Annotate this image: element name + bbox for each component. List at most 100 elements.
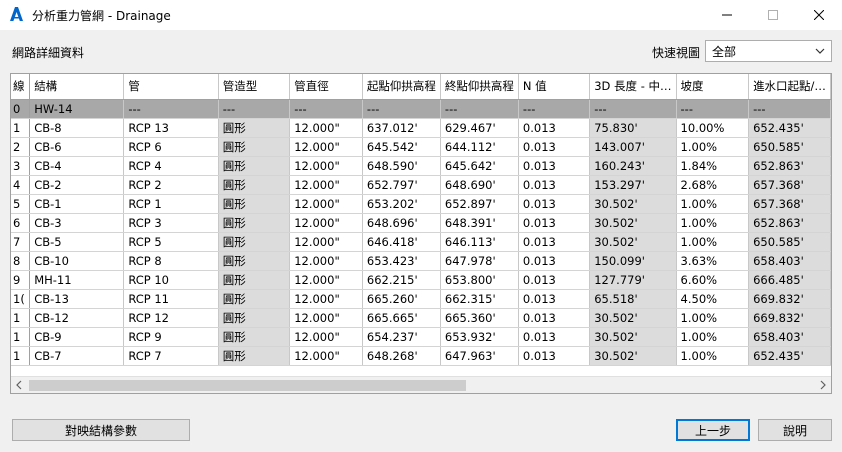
table-cell[interactable]: 160.243' <box>589 156 677 176</box>
table-cell[interactable]: 645.642' <box>440 156 519 176</box>
minimize-button[interactable] <box>704 0 750 30</box>
table-cell[interactable]: 0.013 <box>518 118 591 138</box>
table-row[interactable]: 1 CB-7 RCP 7 圓形 12.000" 648.268' 647.963' 0.013… <box>11 346 831 366</box>
table-cell[interactable]: --- <box>440 99 519 119</box>
table-cell[interactable]: CB-8 <box>29 118 125 138</box>
table-row[interactable]: 9 MH-11 RCP 10 圓形 12.000" 662.215' 653.800' 0.0… <box>11 270 831 290</box>
table-cell[interactable]: MH-11 <box>29 270 125 290</box>
table-cell[interactable]: 1.00% <box>676 308 750 328</box>
table-cell[interactable]: 3 <box>11 156 31 176</box>
scrollbar-thumb[interactable] <box>29 380 466 391</box>
table-row[interactable]: 1 CB-9 RCP 9 圓形 12.000" 654.237' 653.932' 0.013… <box>11 327 831 347</box>
table-cell[interactable]: 653.932' <box>440 327 519 347</box>
table-cell[interactable]: 0.013 <box>518 251 591 271</box>
table-cell[interactable]: 1( <box>11 289 31 309</box>
table-cell[interactable]: 648.696' <box>362 213 441 233</box>
table-cell[interactable]: 圓形 <box>218 327 291 347</box>
table-cell[interactable]: 30.502' <box>589 213 677 233</box>
table-row[interactable]: 1 CB-12 RCP 12 圓形 12.000" 665.665' 665.360' 0.0… <box>11 308 831 328</box>
table-cell[interactable]: 30.502' <box>589 194 677 214</box>
table-cell[interactable]: 12.000" <box>289 289 363 309</box>
table-cell[interactable]: 650.585' <box>748 232 831 252</box>
table-cell[interactable]: 0.013 <box>518 327 591 347</box>
table-cell[interactable]: 12.000" <box>289 308 363 328</box>
table-cell[interactable]: 12.000" <box>289 118 363 138</box>
table-cell[interactable]: 143.007' <box>589 137 677 157</box>
table-cell[interactable]: 653.202' <box>362 194 441 214</box>
column-header[interactable]: 起點仰拱高程 <box>362 74 441 100</box>
table-cell[interactable]: 648.391' <box>440 213 519 233</box>
table-cell[interactable]: 648.590' <box>362 156 441 176</box>
table-cell[interactable]: 1.00% <box>676 232 750 252</box>
table-cell[interactable]: 圓形 <box>218 251 291 271</box>
table-cell[interactable]: 629.467' <box>440 118 519 138</box>
table-cell[interactable]: CB-9 <box>29 327 125 347</box>
table-cell[interactable]: 648.268' <box>362 346 441 366</box>
table-cell[interactable]: --- <box>676 99 750 119</box>
table-cell[interactable]: 0.013 <box>518 194 591 214</box>
table-cell[interactable]: 12.000" <box>289 251 363 271</box>
table-cell[interactable]: 12.000" <box>289 346 363 366</box>
table-cell[interactable]: 圓形 <box>218 289 291 309</box>
table-cell[interactable]: 646.113' <box>440 232 519 252</box>
table-row[interactable]: 1(CB-13 RCP 11 圓形 12.000" 665.260' 662.315' 0.… <box>11 289 831 309</box>
table-cell[interactable]: 2 <box>11 137 31 157</box>
table-cell[interactable]: CB-13 <box>29 289 125 309</box>
table-cell[interactable]: 657.368' <box>748 194 831 214</box>
table-cell[interactable]: 圓形 <box>218 194 291 214</box>
table-cell[interactable]: 12.000" <box>289 213 363 233</box>
table-cell[interactable]: 12.000" <box>289 270 363 290</box>
table-row[interactable]: 0 HW-14 --- --- --- --- --- --- --- --- --- <box>11 99 831 119</box>
table-cell[interactable]: 5 <box>11 194 31 214</box>
network-grid[interactable]: 線結構管管造型 管直徑 起點仰拱高程 終點仰拱高程 N 值 3D 長度 - 中… 坡度 進水口… <box>10 73 832 394</box>
table-cell[interactable]: 652.435' <box>748 346 831 366</box>
table-cell[interactable]: CB-10 <box>29 251 125 271</box>
table-row[interactable]: 1 CB-8 RCP 13 圓形 12.000" 637.012' 629.467' 0.01… <box>11 118 831 138</box>
table-cell[interactable]: 637.012' <box>362 118 441 138</box>
table-cell[interactable]: 665.360' <box>440 308 519 328</box>
table-cell[interactable]: 646.418' <box>362 232 441 252</box>
table-cell[interactable]: 653.800' <box>440 270 519 290</box>
table-cell[interactable]: 1.00% <box>676 346 750 366</box>
table-cell[interactable]: CB-12 <box>29 308 125 328</box>
quick-view-select[interactable]: 全部 <box>705 40 832 62</box>
table-cell[interactable]: RCP 10 <box>123 270 219 290</box>
column-header[interactable]: 管直徑 <box>289 74 363 100</box>
table-cell[interactable]: --- <box>289 99 363 119</box>
table-cell[interactable]: RCP 7 <box>123 346 219 366</box>
table-cell[interactable]: --- <box>362 99 441 119</box>
table-cell[interactable]: CB-3 <box>29 213 125 233</box>
table-cell[interactable]: RCP 3 <box>123 213 219 233</box>
table-cell[interactable]: 1 <box>11 118 31 138</box>
table-cell[interactable]: 圓形 <box>218 308 291 328</box>
close-button[interactable] <box>796 0 842 30</box>
table-cell[interactable]: 153.297' <box>589 175 677 195</box>
table-cell[interactable]: CB-2 <box>29 175 125 195</box>
table-cell[interactable]: CB-1 <box>29 194 125 214</box>
column-header[interactable]: 管造型 <box>218 74 291 100</box>
table-cell[interactable]: 647.963' <box>440 346 519 366</box>
table-cell[interactable]: 圓形 <box>218 137 291 157</box>
column-header[interactable]: 管 <box>123 74 219 100</box>
column-header[interactable]: 終點仰拱高程 <box>440 74 519 100</box>
table-cell[interactable]: 644.112' <box>440 137 519 157</box>
table-cell[interactable]: 0.013 <box>518 346 591 366</box>
table-row[interactable]: 8 CB-10 RCP 8 圓形 12.000" 653.423' 647.978' 0.01… <box>11 251 831 271</box>
table-cell[interactable]: 1.00% <box>676 327 750 347</box>
table-cell[interactable]: 652.863' <box>748 213 831 233</box>
table-cell[interactable]: 669.832' <box>748 289 831 309</box>
table-cell[interactable]: 圓形 <box>218 270 291 290</box>
horizontal-scrollbar[interactable] <box>11 376 831 393</box>
table-cell[interactable]: RCP 6 <box>123 137 219 157</box>
table-cell[interactable]: 652.863' <box>748 156 831 176</box>
table-cell[interactable]: 658.403' <box>748 327 831 347</box>
table-row[interactable]: 7 CB-5 RCP 5 圓形 12.000" 646.418' 646.113' 0.013… <box>11 232 831 252</box>
table-cell[interactable]: 1 <box>11 327 31 347</box>
table-cell[interactable]: 127.779' <box>589 270 677 290</box>
table-cell[interactable]: 30.502' <box>589 346 677 366</box>
table-cell[interactable]: 665.260' <box>362 289 441 309</box>
table-cell[interactable]: 1.00% <box>676 137 750 157</box>
table-cell[interactable]: 30.502' <box>589 327 677 347</box>
table-cell[interactable]: --- <box>218 99 291 119</box>
table-cell[interactable]: 7 <box>11 232 31 252</box>
